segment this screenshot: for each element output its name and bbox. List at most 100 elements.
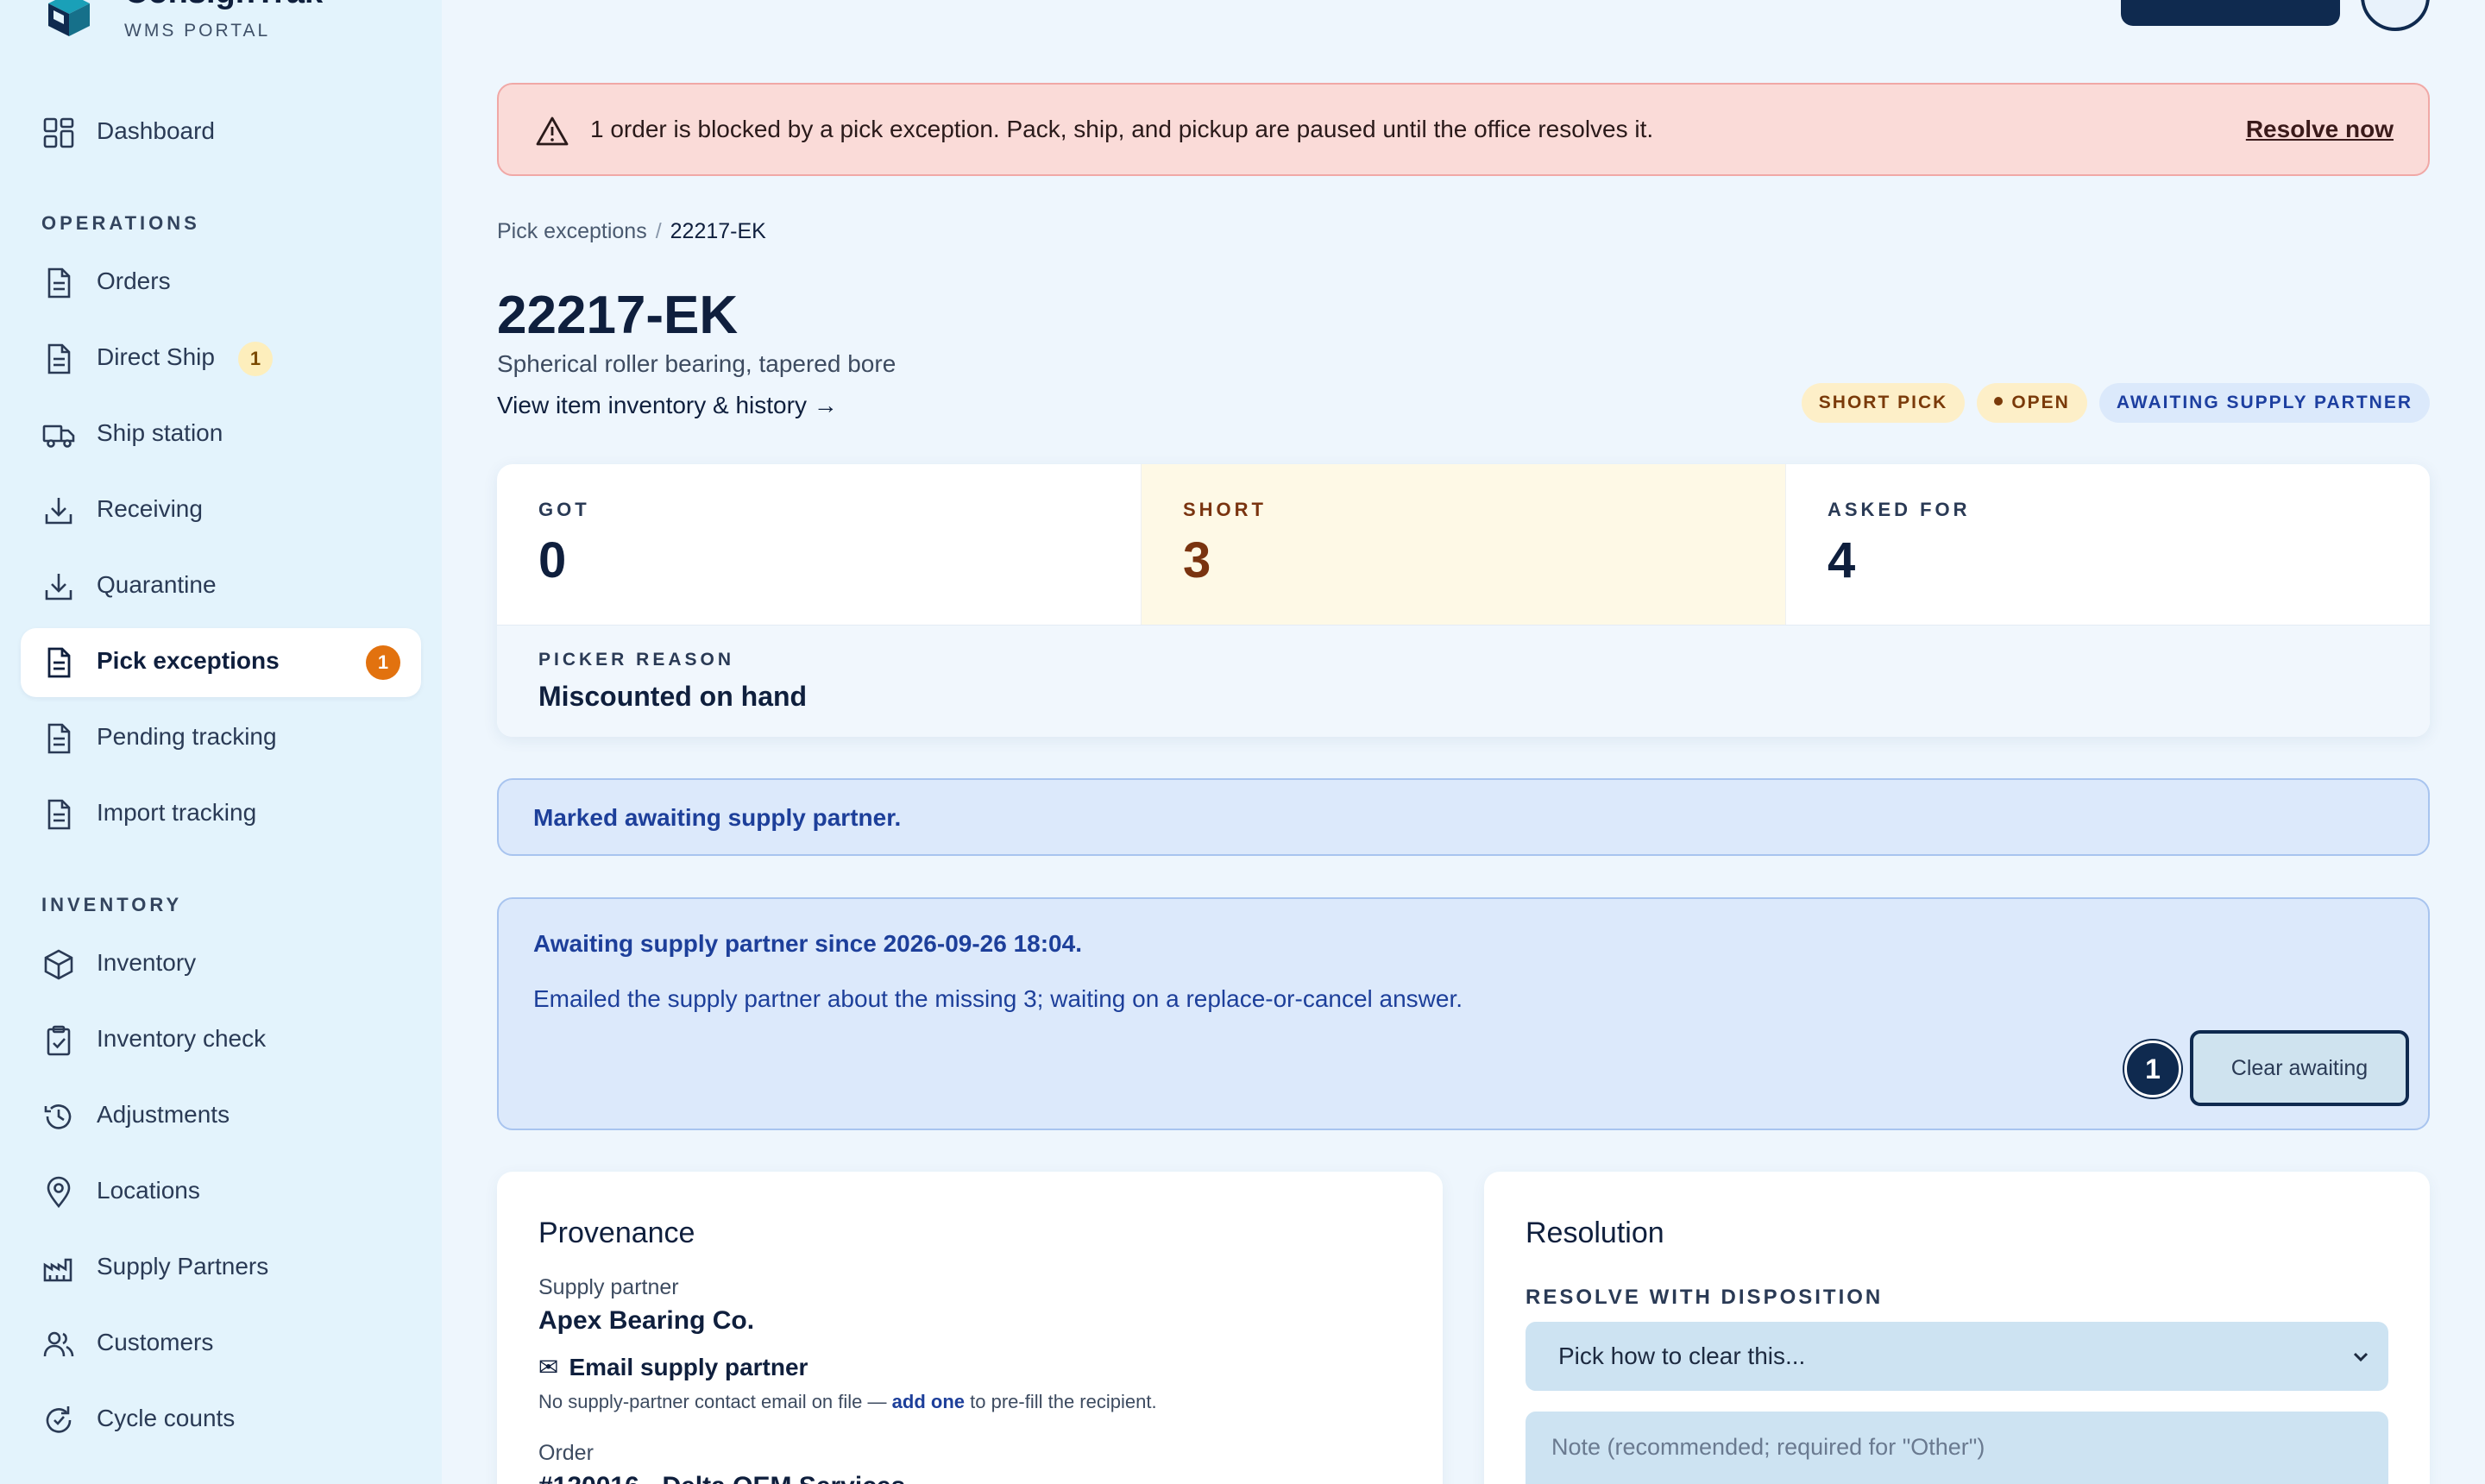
breadcrumb: Pick exceptions / 22217-EK	[497, 219, 766, 244]
sidebar-item-label: Ship station	[97, 419, 223, 446]
provenance-card: Provenance Supply partner Apex Bearing C…	[497, 1172, 1443, 1484]
awaiting-badge: AWAITING SUPPLY PARTNER	[2098, 383, 2430, 423]
sidebar-item-direct-ship[interactable]: Direct Ship 1	[21, 324, 421, 393]
email-supply-partner-link[interactable]: ✉ Email supply partner	[538, 1353, 808, 1381]
open-status-label: OPEN	[2011, 393, 2070, 412]
users-icon	[41, 1327, 76, 1361]
brand-subtitle: WMS PORTAL	[124, 21, 271, 41]
sidebar-item-pending-tracking[interactable]: Pending tracking	[21, 704, 421, 773]
disposition-select[interactable]: Pick how to clear this...	[1526, 1322, 2388, 1391]
document-icon	[41, 645, 76, 680]
brand-name: ConsignTrak	[124, 0, 323, 11]
awaiting-heading: Awaiting supply partner since 2026-09-26…	[533, 930, 1082, 957]
picker-reason-value: Miscounted on hand	[538, 681, 808, 712]
order-label: Order	[538, 1441, 594, 1465]
sidebar-item-label: Adjustments	[97, 1101, 230, 1128]
alert-message: 1 order is blocked by a pick exception. …	[590, 116, 1654, 142]
awaiting-note: Emailed the supply partner about the mis…	[533, 985, 1463, 1012]
picker-reason-label: PICKER REASON	[538, 650, 735, 670]
factory-icon	[41, 1251, 76, 1286]
open-status-badge: OPEN	[1977, 383, 2087, 423]
sidebar-item-pick-exceptions[interactable]: Pick exceptions 1	[21, 628, 421, 697]
step-number-badge: 1	[2124, 1041, 2181, 1097]
sidebar-item-adjustments[interactable]: Adjustments	[21, 1082, 421, 1151]
sidebar-item-label: Customers	[97, 1329, 214, 1355]
sidebar-item-customers[interactable]: Customers	[21, 1310, 421, 1379]
breadcrumb-parent-link[interactable]: Pick exceptions	[497, 219, 647, 243]
stat-label: ASKED FOR	[1828, 499, 1971, 520]
email-hint: No supply-partner contact email on file …	[538, 1391, 1157, 1413]
sidebar-item-import-tracking[interactable]: Import tracking	[21, 780, 421, 849]
sidebar-item-label: Inventory	[97, 949, 197, 976]
breadcrumb-separator: /	[655, 219, 662, 243]
sidebar-item-label: Dashboard	[97, 117, 215, 144]
sidebar-item-orders[interactable]: Orders	[21, 248, 421, 318]
supply-partner-value: Apex Bearing Co.	[538, 1306, 755, 1335]
box-icon	[41, 947, 76, 982]
stat-short: SHORT 3	[1141, 464, 1786, 625]
sidebar-item-label: Locations	[97, 1177, 200, 1204]
status-tags: SHORT PICK OPEN AWAITING SUPPLY PARTNER	[1801, 383, 2430, 423]
add-email-link[interactable]: add one	[892, 1391, 965, 1412]
sidebar-item-label: Quarantine	[97, 571, 217, 598]
order-value[interactable]: #120016 · Delta OEM Services	[538, 1472, 905, 1484]
picker-reason: PICKER REASON Miscounted on hand	[497, 625, 2430, 737]
download-icon	[41, 494, 76, 528]
grid-icon	[41, 116, 76, 150]
sidebar-item-label: Cycle counts	[97, 1405, 236, 1431]
warning-icon	[535, 114, 569, 148]
sidebar-item-receiving[interactable]: Receiving	[21, 476, 421, 545]
clear-awaiting-button[interactable]: Clear awaiting	[2190, 1030, 2409, 1106]
stat-asked-for: ASKED FOR 4	[1786, 464, 2430, 625]
sidebar-item-ship-station[interactable]: Ship station	[21, 400, 421, 469]
sidebar-item-cycle-counts[interactable]: Cycle counts	[21, 1386, 421, 1455]
sidebar-item-supply-partners[interactable]: Supply Partners	[21, 1234, 421, 1303]
sidebar-item-quarantine[interactable]: Quarantine	[21, 552, 421, 621]
sidebar-item-label: Receiving	[97, 495, 203, 522]
sidebar-item-label: Pick exceptions	[97, 647, 280, 674]
stat-label: SHORT	[1183, 499, 1267, 520]
resolve-now-link[interactable]: Resolve now	[2246, 116, 2394, 143]
card-title: Provenance	[538, 1217, 695, 1249]
sidebar-item-label: Import tracking	[97, 799, 257, 826]
sidebar-item-locations[interactable]: Locations	[21, 1158, 421, 1227]
document-icon	[41, 342, 76, 376]
download-icon	[41, 569, 76, 604]
stat-value: 3	[1183, 532, 1211, 588]
email-link-label: Email supply partner	[569, 1354, 808, 1380]
page-title: 22217-EK	[497, 286, 739, 345]
sidebar-item-inventory[interactable]: Inventory	[21, 930, 421, 999]
clipboard-check-icon	[41, 1023, 76, 1058]
sidebar: ConsignTrak WMS PORTAL Dashboard OPERATI…	[0, 0, 442, 1484]
awaiting-panel: Awaiting supply partner since 2026-09-26…	[497, 897, 2430, 1130]
short-pick-badge: SHORT PICK	[1801, 383, 1966, 423]
section-label-operations: OPERATIONS	[41, 212, 200, 234]
supply-partner-label: Supply partner	[538, 1275, 679, 1299]
sidebar-item-inventory-check[interactable]: Inventory check	[21, 1006, 421, 1075]
stat-value: 4	[1828, 532, 1856, 588]
item-description: Spherical roller bearing, tapered bore	[497, 350, 896, 377]
sidebar-item-label: Pending tracking	[97, 723, 277, 750]
sidebar-item-label: Orders	[97, 267, 171, 294]
document-icon	[41, 797, 76, 832]
sidebar-item-label: Inventory check	[97, 1025, 267, 1052]
map-pin-icon	[41, 1175, 76, 1210]
pick-stats-card: GOT 0 SHORT 3 ASKED FOR 4 PICKER REASON …	[497, 464, 2430, 737]
avatar[interactable]	[2361, 0, 2430, 31]
success-notice: Marked awaiting supply partner.	[497, 778, 2430, 856]
notice-text: Marked awaiting supply partner.	[533, 804, 902, 831]
resolution-card: Resolution RESOLVE WITH DISPOSITION Pick…	[1484, 1172, 2430, 1484]
hint-text: to pre-fill the recipient.	[970, 1391, 1157, 1412]
stat-label: GOT	[538, 499, 590, 520]
select-value: Pick how to clear this...	[1558, 1343, 1806, 1369]
header-action-button[interactable]	[2121, 0, 2340, 26]
blocked-alert: 1 order is blocked by a pick exception. …	[497, 83, 2430, 176]
chevron-down-icon	[2350, 1322, 2371, 1419]
main-content: 1 order is blocked by a pick exception. …	[442, 0, 2485, 1484]
sidebar-item-dashboard[interactable]: Dashboard	[21, 98, 421, 167]
card-title: Resolution	[1526, 1217, 1664, 1249]
section-label-inventory: INVENTORY	[41, 894, 183, 915]
count-badge: 1	[366, 645, 400, 680]
resolution-note-input[interactable]: Note (recommended; required for "Other")	[1526, 1412, 2388, 1484]
item-inventory-link[interactable]: View item inventory & history →	[497, 392, 838, 419]
